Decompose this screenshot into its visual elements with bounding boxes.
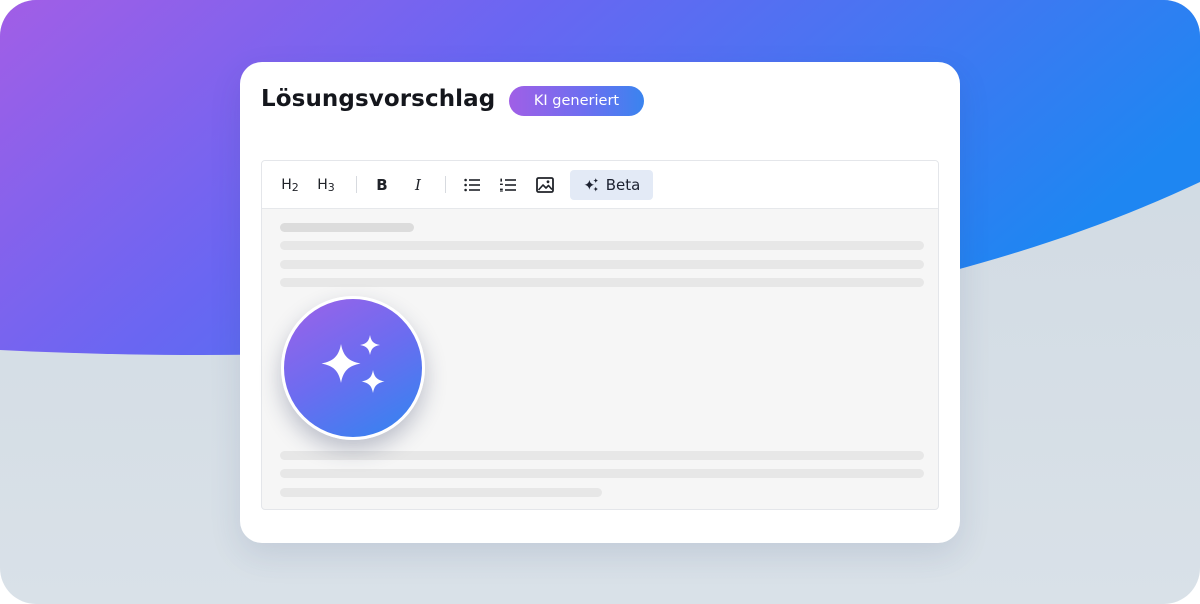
heading-3-letter: H [317,177,328,193]
ai-generated-badge: KI generiert [509,86,644,116]
heading-3-level: 3 [327,180,335,194]
italic-button[interactable]: I [404,170,432,200]
hero-background: Lösungsvorschlag KI generiert H2 H3 B I [0,0,1200,604]
heading-2-letter: H [281,177,292,193]
beta-label: Beta [605,176,641,194]
placeholder-text-line [280,241,924,250]
insert-image-button[interactable] [530,170,560,200]
placeholder-text-line [280,469,924,478]
bold-button[interactable]: B [368,170,396,200]
heading-3-button[interactable]: H3 [310,170,342,200]
image-icon [536,177,554,193]
ai-assist-button[interactable] [281,296,425,440]
placeholder-text-line [280,451,924,460]
panel-title: Lösungsvorschlag [261,86,496,112]
heading-2-level: 2 [291,180,299,194]
bullet-list-icon [464,178,480,192]
heading-2-button[interactable]: H2 [274,170,306,200]
toolbar-divider [445,176,446,193]
sparkle-icon [584,177,598,192]
toolbar-divider [356,176,357,193]
placeholder-text-line [280,278,924,287]
sparkles-icon [321,335,385,393]
placeholder-heading-line [280,223,414,232]
bullet-list-button[interactable] [458,170,486,200]
numbered-list-button[interactable] [494,170,522,200]
numbered-list-icon [500,178,516,192]
editor-toolbar: H2 H3 B I Beta [262,161,938,209]
placeholder-text-line [280,488,602,497]
ai-beta-button[interactable]: Beta [570,170,653,200]
placeholder-text-line [280,260,924,269]
